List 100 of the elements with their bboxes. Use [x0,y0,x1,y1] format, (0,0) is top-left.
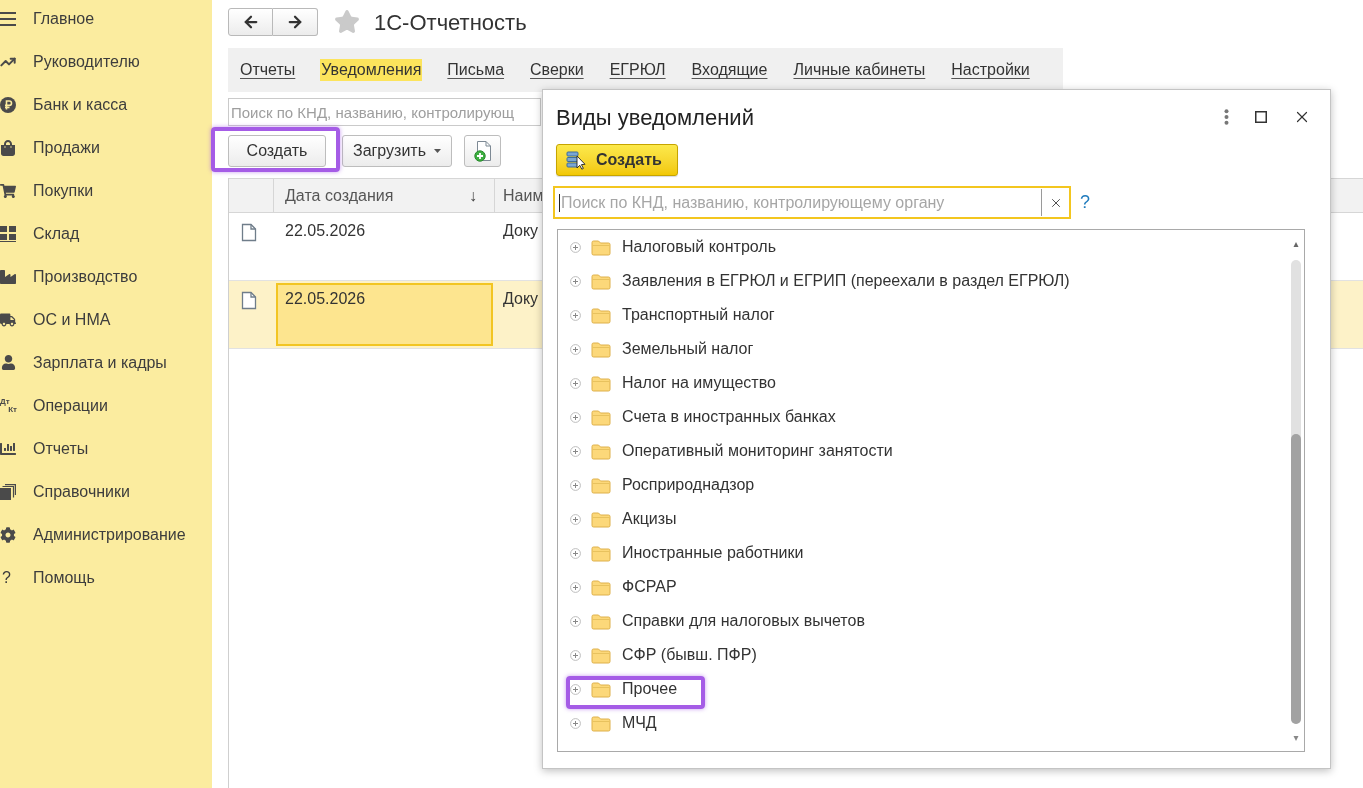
expand-icon[interactable] [570,377,581,389]
more-icon[interactable] [1224,109,1229,125]
expand-icon[interactable] [570,615,581,627]
sidebar-item[interactable]: Дт Кт Операции [0,384,212,427]
forward-button[interactable] [273,8,318,36]
tree-item[interactable]: Прочее [558,672,1291,706]
tree-item[interactable]: СФР (бывш. ПФР) [558,638,1291,672]
sidebar-item[interactable]: Отчеты [0,427,212,470]
folder-icon [591,442,611,460]
load-button[interactable]: Загрузить [342,135,452,167]
help-link[interactable]: ? [1080,189,1090,216]
folder-icon [591,646,611,664]
folder-icon [591,374,611,392]
folder-icon [591,238,611,256]
expand-icon[interactable] [570,547,581,559]
truck-icon [0,311,16,328]
create-button[interactable]: Создать [228,135,326,167]
star-icon[interactable] [334,9,360,35]
tab[interactable]: Сверки [529,59,585,81]
create-button[interactable]: Создать [556,144,678,176]
folder-icon [591,408,611,426]
folder-icon [591,306,611,324]
menu-icon [0,11,16,26]
debit-credit-icon: Дт Кт [0,397,17,414]
tree-item[interactable]: Оперативный мониторинг занятости [558,434,1291,468]
tree-item[interactable]: Транспортный налог [558,298,1291,332]
expand-icon[interactable] [570,275,581,287]
add-document-button[interactable] [464,135,501,167]
caret-icon [434,149,442,153]
expand-icon[interactable] [570,683,581,695]
sidebar-item[interactable]: Продажи [0,126,212,169]
folder-icon [591,714,611,732]
maximize-icon[interactable] [1255,111,1267,123]
tree-item[interactable]: Счета в иностранных банках [558,400,1291,434]
back-button[interactable] [228,8,273,36]
help-icon: ? [0,568,11,587]
tab[interactable]: Личные кабинеты [792,59,927,81]
search-field[interactable]: Поиск по КНД, названию, контролирующему органу [553,186,1071,219]
folder-icon [591,340,611,358]
document-plus-icon [473,140,492,162]
sidebar-item[interactable]: Покупки [0,169,212,212]
sidebar-item[interactable]: Склад [0,212,212,255]
sidebar-item[interactable]: Главное [0,0,212,40]
sort-arrow-icon[interactable]: ↓ [469,183,477,208]
bar-chart-icon [0,440,16,457]
search-field[interactable]: Поиск по КНД, названию, контролирующ [228,98,541,126]
folder-icon [591,272,611,290]
expand-icon[interactable] [570,343,581,355]
tree-item[interactable]: МЧД [558,706,1291,740]
expand-icon[interactable] [570,411,581,423]
expand-icon[interactable] [570,479,581,491]
expand-icon[interactable] [570,513,581,525]
document-icon [240,291,257,310]
table-cell-text: Доку [502,289,539,308]
sidebar-item[interactable]: Банк и касса [0,83,212,126]
column-header[interactable]: Наим [503,183,544,208]
tab[interactable]: Входящие [690,59,769,81]
page-title: 1С-Отчетность [374,8,527,37]
folder-icon [591,680,611,698]
sidebar-item[interactable]: ОС и НМА [0,298,212,341]
tab[interactable]: Настройки [950,59,1031,81]
table-cell: 22.05.2026 [276,283,493,346]
sidebar-item[interactable]: ? Помощь [0,556,212,599]
tree-item[interactable]: Росприроднадзор [558,468,1291,502]
person-icon [0,354,16,371]
blocks-icon [0,225,16,242]
tree-item[interactable]: Акцизы [558,502,1291,536]
factory-icon [0,268,16,285]
folder-icon [591,544,611,562]
folder-icon [591,578,611,596]
tree-item[interactable]: Иностранные работники [558,536,1291,570]
sidebar-item[interactable]: Производство [0,255,212,298]
table-cell-text: Доку [502,221,539,240]
tab[interactable]: ЕГРЮЛ [608,59,667,81]
pages-icon [0,483,16,500]
tree-item[interactable]: Налог на имущество [558,366,1291,400]
list-pointer-icon [566,150,586,170]
tree-item[interactable]: ФСРАР [558,570,1291,604]
column-header[interactable]: Дата создания [285,183,394,208]
expand-icon[interactable] [570,309,581,321]
expand-icon[interactable] [570,581,581,593]
sidebar-item[interactable]: Руководителю [0,40,212,83]
expand-icon[interactable] [570,649,581,661]
tab[interactable]: Уведомления [320,59,423,81]
tree-item[interactable]: Земельный налог [558,332,1291,366]
tree-item[interactable]: Налоговый контроль [558,230,1291,264]
arrow-right-icon [286,13,304,31]
expand-icon[interactable] [570,445,581,457]
expand-icon[interactable] [570,241,581,253]
sidebar-item[interactable]: Администрирование [0,513,212,556]
gear-icon [0,526,16,543]
sidebar-item[interactable]: Зарплата и кадры [0,341,212,384]
tree-item[interactable]: Справки для налоговых вычетов [558,604,1291,638]
folder-icon [591,476,611,494]
tree-item[interactable]: Заявления в ЕГРЮЛ и ЕГРИП (переехали в раздел ЕГРЮЛ) [558,264,1291,298]
expand-icon[interactable] [570,717,581,729]
sidebar-item[interactable]: Справочники [0,470,212,513]
tab[interactable]: Письма [446,59,506,81]
table-cell-text: 22.05.2026 [284,221,367,241]
tab[interactable]: Отчеты [239,59,297,81]
